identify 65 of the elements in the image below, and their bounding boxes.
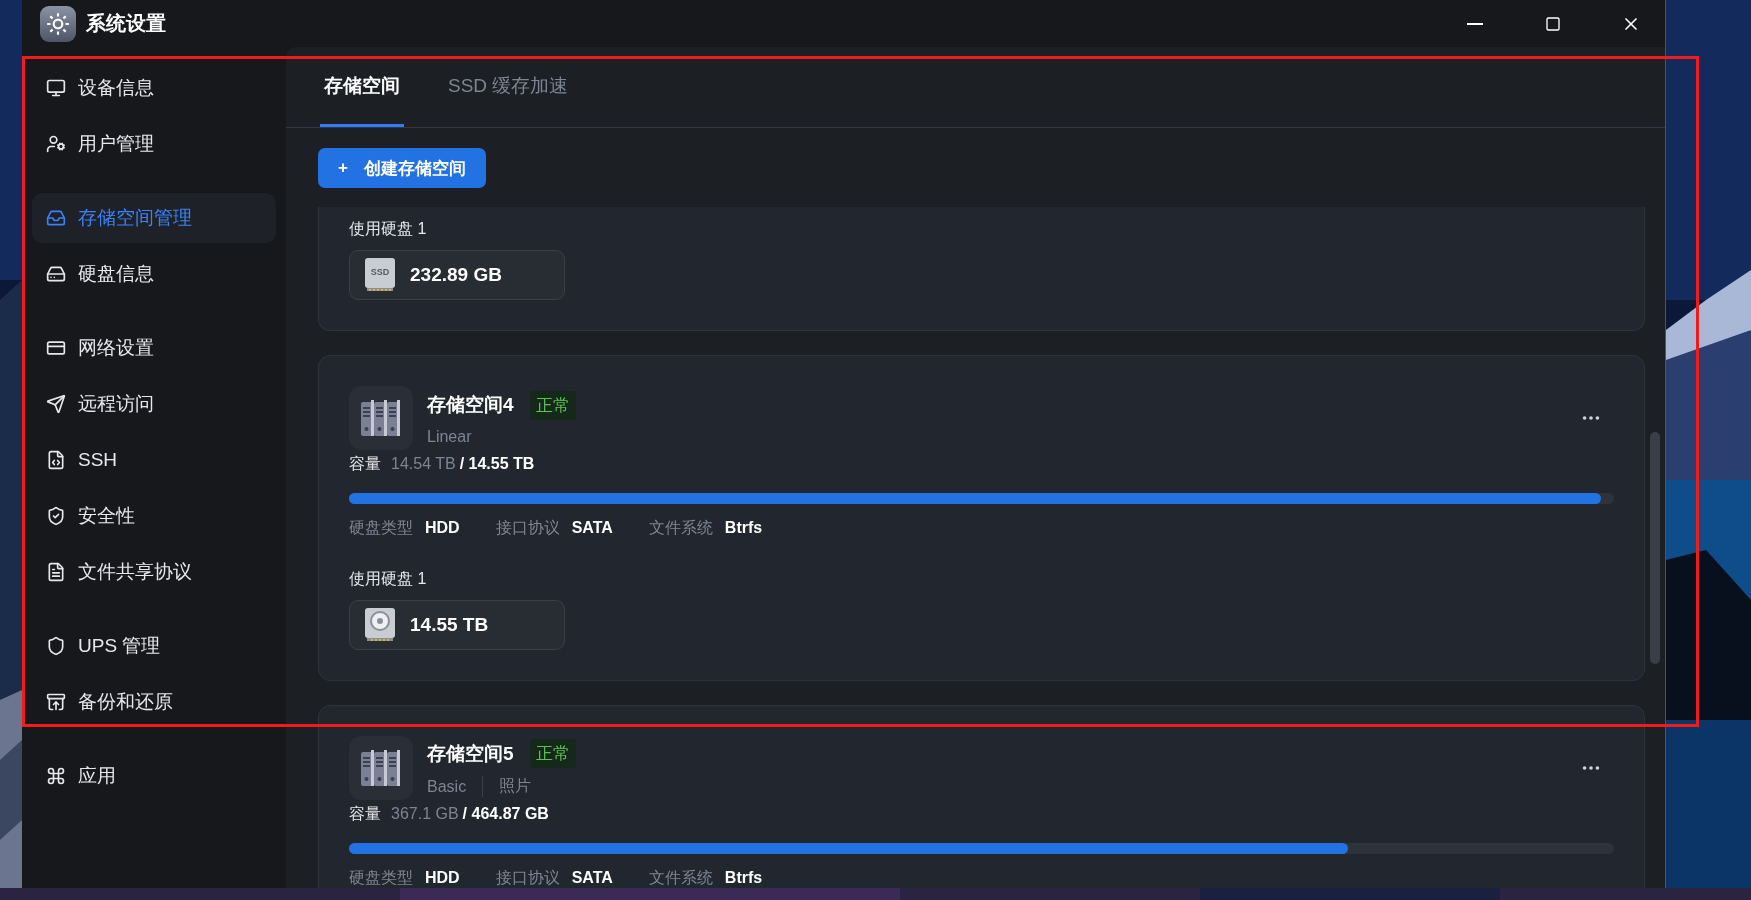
sidebar-item[interactable]: 远程访问 <box>32 379 276 429</box>
meta-label: 硬盘类型 <box>349 869 413 886</box>
storage-tag: Basic <box>427 777 483 796</box>
shield-icon <box>46 636 66 656</box>
tab[interactable]: SSD 缓存加速 <box>444 47 573 127</box>
sidebar-item[interactable]: 存储空间管理 <box>32 193 276 243</box>
disk-size: 14.55 TB <box>410 614 489 636</box>
storage-name: 存储空间4 <box>427 393 514 417</box>
archive-icon <box>46 692 66 712</box>
settings-app-icon <box>40 5 76 42</box>
used-capacity: 367.1 GB <box>391 805 459 823</box>
used-capacity: 14.54 TB <box>391 455 456 473</box>
capacity-label: 容量 <box>349 804 381 824</box>
disk-size: 232.89 GB <box>410 264 502 286</box>
sidebar-item[interactable]: 备份和还原 <box>32 677 276 727</box>
scrollbar-thumb[interactable] <box>1650 432 1660 664</box>
monitor-icon <box>46 78 66 98</box>
sidebar-item[interactable]: 应用 <box>32 751 276 801</box>
drive-icon <box>46 264 66 284</box>
capacity-label: 容量 <box>349 454 381 474</box>
create-storage-button[interactable]: + 创建存储空间 <box>318 148 486 188</box>
send-icon <box>46 394 66 414</box>
maximize-icon <box>1545 15 1561 32</box>
minimize-icon <box>1467 22 1483 25</box>
server-icon <box>359 748 403 788</box>
total-capacity: / 14.55 TB <box>459 455 535 473</box>
status-badge: 正常 <box>529 390 576 420</box>
meta-value: HDD <box>425 869 460 886</box>
meta-value: HDD <box>425 519 460 536</box>
code-file-icon <box>46 450 66 470</box>
user-gear-icon <box>46 134 66 154</box>
server-icon <box>359 398 403 438</box>
command-icon <box>46 766 66 786</box>
sidebar-item[interactable]: SSH <box>32 435 276 485</box>
sidebar-item[interactable]: UPS 管理 <box>32 621 276 671</box>
window-title: 系统设置 <box>86 11 167 36</box>
storage-name: 存储空间5 <box>427 741 514 766</box>
meta-label: 接口协议 <box>495 519 560 536</box>
meta-label: 硬盘类型 <box>349 519 413 536</box>
meta-label: 文件系统 <box>648 519 713 536</box>
sidebar-item[interactable]: 用户管理 <box>32 119 276 169</box>
card-icon <box>46 338 66 358</box>
sidebar-item[interactable]: 设备信息 <box>32 63 276 113</box>
meta-value: SATA <box>571 869 613 886</box>
storage-tag: Linear <box>427 427 488 446</box>
disks-label: 使用硬盘 1 <box>349 569 428 589</box>
sidebar-item[interactable]: 文件共享协议 <box>32 547 276 597</box>
hard-drive-icon <box>364 607 396 643</box>
meta-label: 文件系统 <box>648 869 713 886</box>
sidebar-item[interactable]: 硬盘信息 <box>32 249 276 299</box>
meta-value: Btrfs <box>724 869 763 886</box>
disks-label: 使用硬盘 1 <box>349 219 428 239</box>
document-icon <box>46 562 66 582</box>
meta-label: 接口协议 <box>495 869 560 886</box>
tray-icon <box>46 208 66 228</box>
status-badge: 正常 <box>529 739 576 768</box>
meta-value: Btrfs <box>724 519 763 536</box>
sidebar-item[interactable]: 安全性 <box>32 491 276 541</box>
total-capacity: / 464.87 GB <box>462 805 549 823</box>
storage-tag: 照片 <box>482 776 548 797</box>
shield-check-icon <box>46 506 66 526</box>
disk-chip[interactable]: SSD 232.89 GB <box>349 250 565 300</box>
disk-chip[interactable]: 14.55 TB <box>349 600 565 650</box>
sidebar-item[interactable]: 网络设置 <box>32 323 276 373</box>
meta-value: SATA <box>571 519 613 536</box>
